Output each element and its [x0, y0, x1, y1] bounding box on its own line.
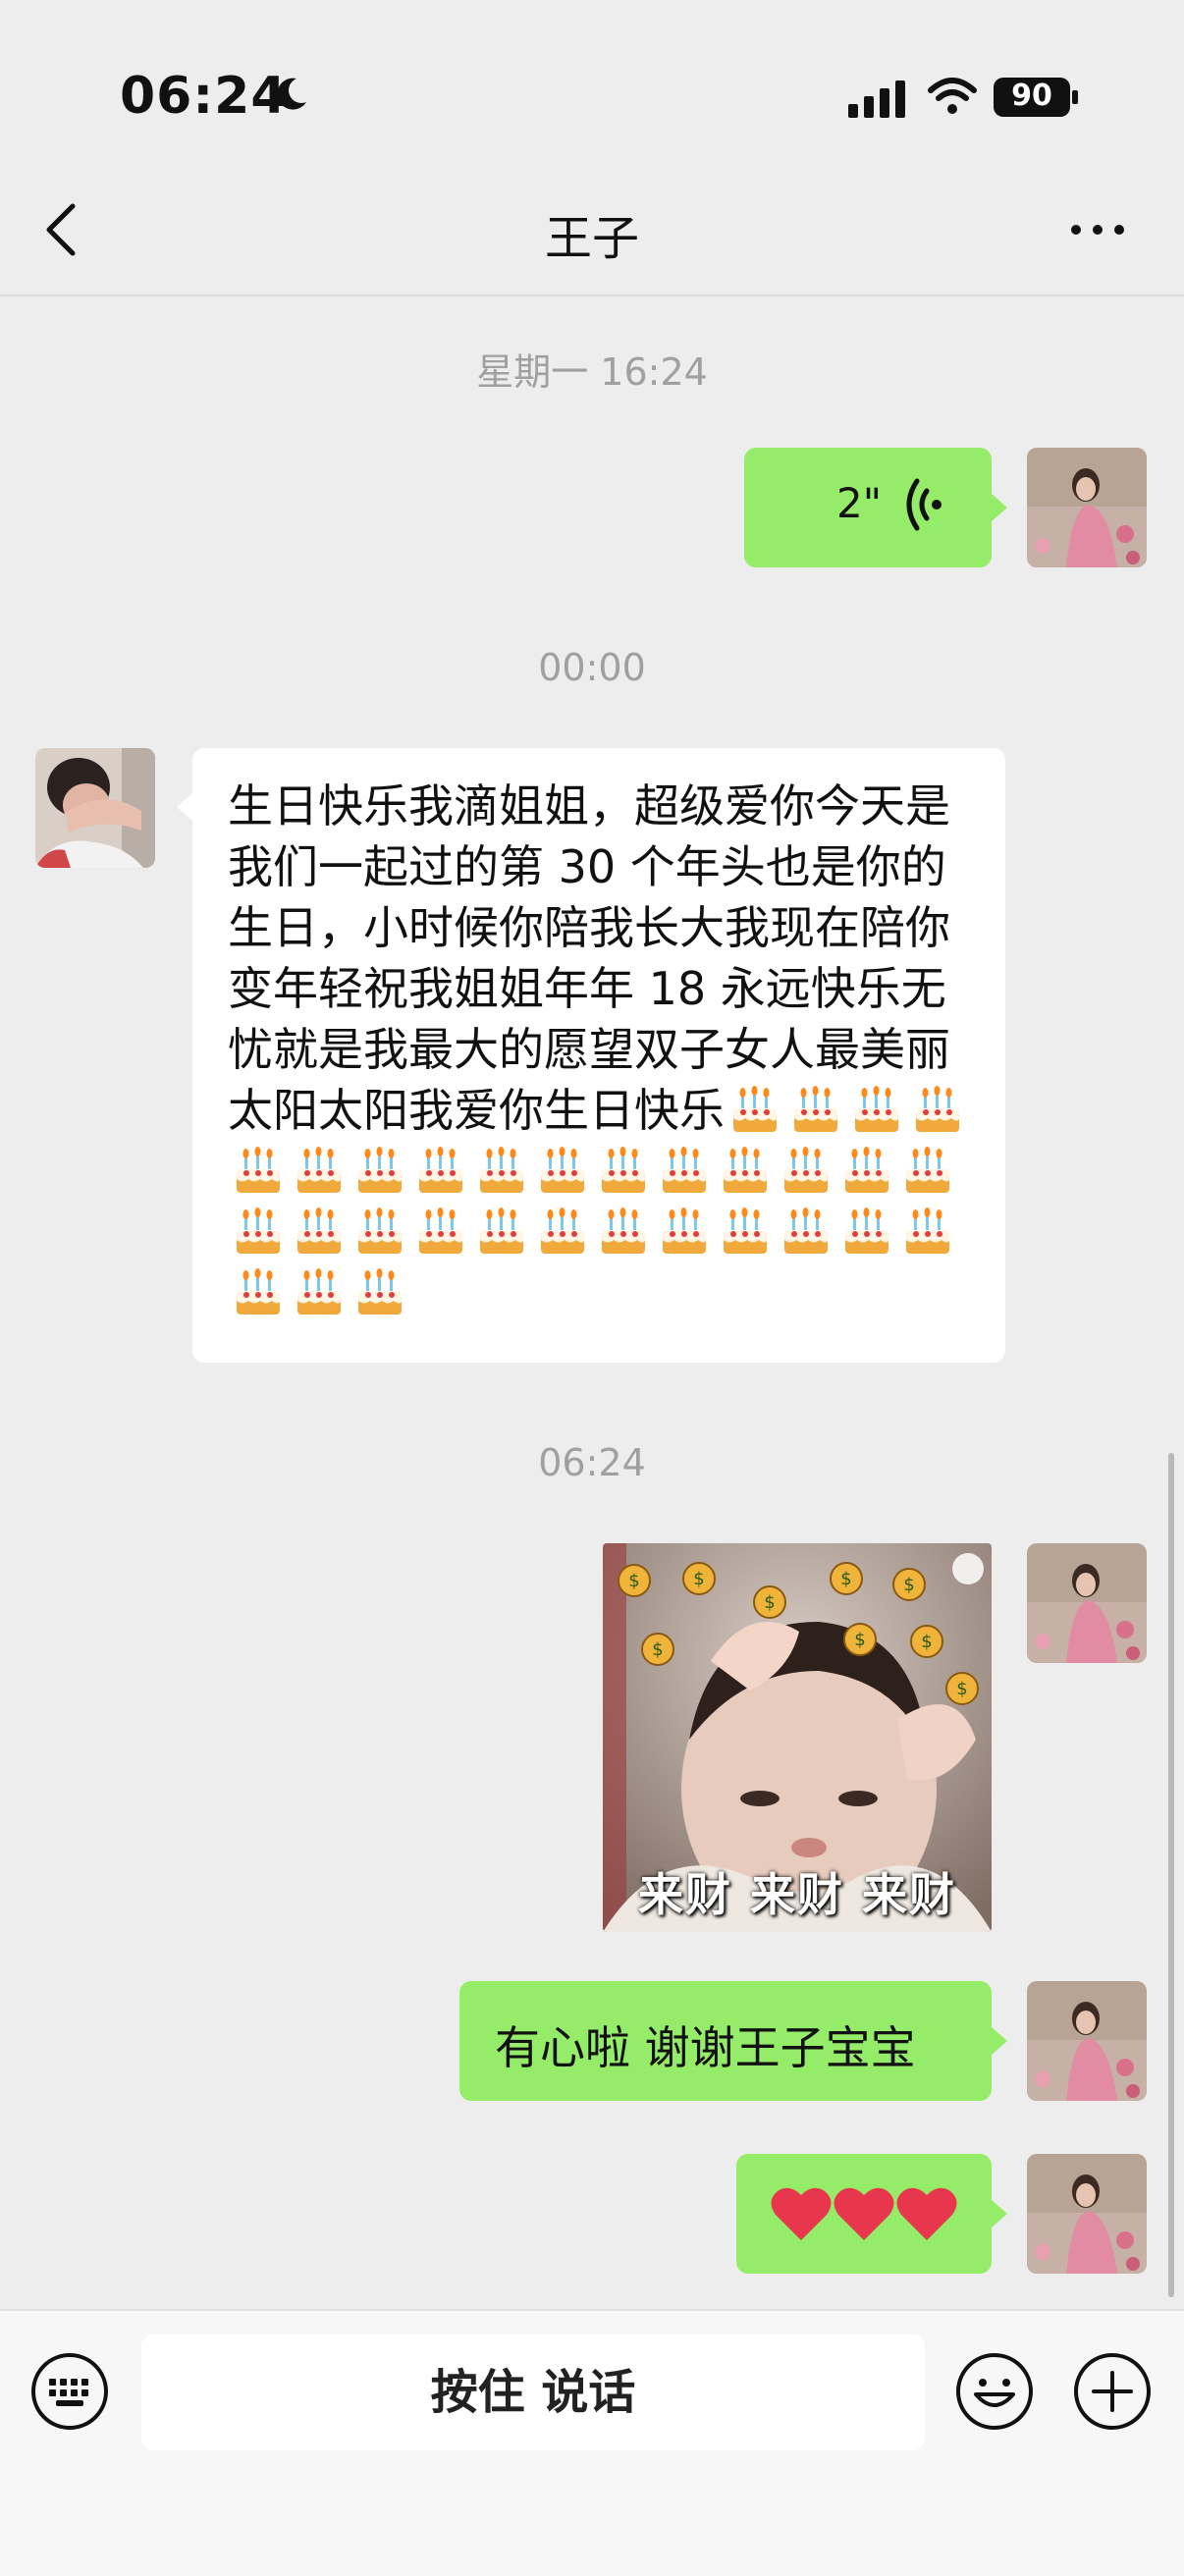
cake-icon [598, 1205, 649, 1258]
sent-message-text: 有心啦 谢谢王子宝宝 [495, 2021, 916, 2074]
bubble-tail [177, 793, 192, 821]
cake-icon [233, 1265, 284, 1318]
cake-icon [912, 1083, 963, 1136]
cake-icon [720, 1144, 771, 1197]
cake-icon [354, 1265, 405, 1318]
bubble-tail [992, 2200, 1007, 2227]
cake-icon [902, 1205, 953, 1258]
cake-icon [790, 1083, 841, 1136]
cake-icon [537, 1205, 588, 1258]
cake-icon [902, 1144, 953, 1197]
hold-to-talk-button[interactable]: 按住 说话 [141, 2334, 925, 2450]
plus-icon[interactable] [1072, 2351, 1153, 2432]
svg-text:$: $ [956, 1679, 967, 1699]
my-avatar[interactable] [1027, 1981, 1147, 2101]
cake-icon [537, 1144, 588, 1197]
hearts-emoji [771, 2187, 957, 2240]
cake-icon [354, 1205, 405, 1258]
svg-text:$: $ [921, 1632, 932, 1652]
cake-icon [841, 1205, 892, 1258]
cake-icon [720, 1205, 771, 1258]
cake-icon [415, 1205, 466, 1258]
timestamp: 00:00 [538, 646, 646, 689]
cake-icon [354, 1144, 405, 1197]
bubble-tail [992, 2027, 1007, 2055]
svg-text:$: $ [764, 1592, 775, 1613]
cake-icon [841, 1144, 892, 1197]
moon-icon [277, 78, 306, 110]
svg-text:$: $ [628, 1571, 639, 1591]
cake-icon [415, 1144, 466, 1197]
battery-level: 90 [1011, 79, 1052, 113]
cake-icon [233, 1144, 284, 1197]
svg-text:$: $ [652, 1639, 663, 1660]
my-avatar[interactable] [1027, 1543, 1147, 1663]
svg-text:$: $ [854, 1630, 865, 1650]
emoji-icon[interactable] [954, 2351, 1035, 2432]
timestamp: 06:24 [538, 1441, 646, 1484]
cake-icon [598, 1144, 649, 1197]
more-icon[interactable] [1068, 220, 1127, 240]
sticker-caption: 来财 来财 来财 [637, 1868, 957, 1921]
timestamp: 星期一 16:24 [476, 350, 708, 394]
bubble-tail [992, 494, 1007, 521]
contact-avatar[interactable] [35, 748, 155, 868]
svg-text:$: $ [693, 1569, 704, 1589]
status-time: 06:24 [120, 67, 288, 126]
cake-icon [659, 1144, 710, 1197]
cake-icon [294, 1205, 345, 1258]
signal-icon [848, 80, 905, 118]
cake-icon [729, 1083, 780, 1136]
sticker-image[interactable]: $ $ $ $ $ $ $ $ $ 来财 来财 来财 [603, 1543, 992, 1932]
cake-icon [233, 1205, 284, 1258]
voice-duration: 2" [836, 479, 883, 527]
scrollbar[interactable] [1168, 1453, 1174, 2297]
my-avatar[interactable] [1027, 448, 1147, 567]
chat-title: 王子 [544, 211, 639, 266]
svg-text:$: $ [840, 1569, 851, 1589]
cake-icon [780, 1144, 832, 1197]
svg-text:$: $ [903, 1575, 914, 1595]
cake-icon [659, 1205, 710, 1258]
voice-wave-icon [906, 478, 942, 531]
my-avatar[interactable] [1027, 2154, 1147, 2274]
keyboard-icon[interactable] [29, 2351, 110, 2432]
cake-icon [294, 1144, 345, 1197]
cake-icon [294, 1265, 345, 1318]
received-message-text: 生日快乐我滴姐姐，超级爱你今天是我们一起过的第 30 个年头也是你的生日，小时候… [228, 776, 976, 1323]
cake-icon [476, 1144, 527, 1197]
cake-icon [476, 1205, 527, 1258]
cake-icon [780, 1205, 832, 1258]
wifi-icon [928, 78, 977, 114]
cake-icon [851, 1083, 902, 1136]
